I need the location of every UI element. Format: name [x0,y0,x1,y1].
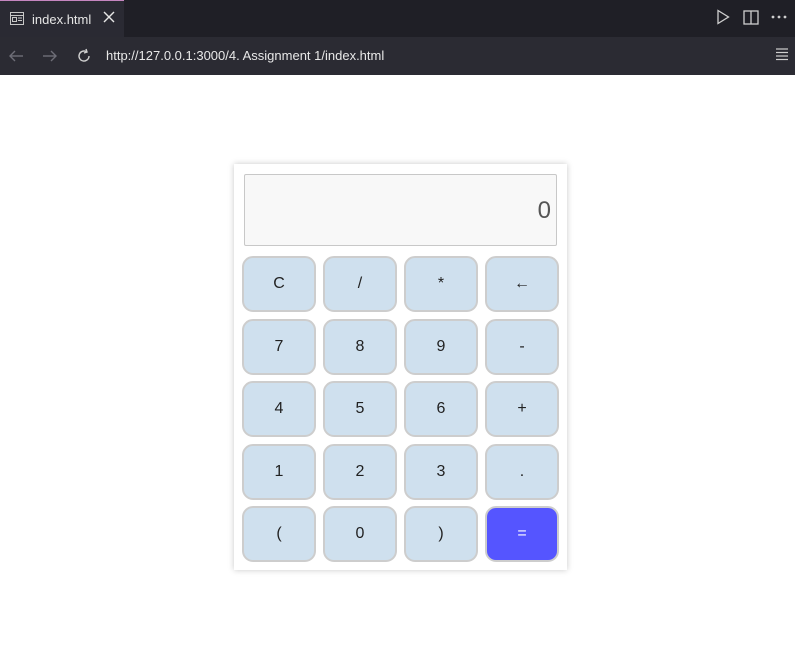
calculator-display: 0 [244,174,557,246]
digit-5-button[interactable]: 5 [323,381,397,437]
close-paren-button[interactable]: ) [404,506,478,562]
divide-button[interactable]: / [323,256,397,312]
digit-9-button[interactable]: 9 [404,318,478,375]
tab-index-html[interactable]: index.html [0,0,124,37]
digit-4-button[interactable]: 4 [242,381,316,437]
navigation-bar: http://127.0.0.1:3000/4. Assignment 1/in… [0,37,795,75]
digit-0-button[interactable]: 0 [323,506,397,562]
more-horizontal-icon[interactable] [771,8,787,26]
tab-title: index.html [32,12,92,27]
digit-6-button[interactable]: 6 [404,381,478,437]
close-icon[interactable] [102,10,116,24]
open-paren-button[interactable]: ( [242,506,316,562]
backspace-button[interactable]: ← [485,256,559,312]
browser-preview-icon [10,12,24,25]
clear-button[interactable]: C [242,256,316,312]
digit-2-button[interactable]: 2 [323,443,397,500]
menu-icon[interactable] [775,47,791,63]
arrow-left-icon[interactable] [6,46,26,66]
subtract-button[interactable]: - [485,318,559,375]
equals-button[interactable]: = [485,506,559,562]
calculator: 0 C / * ← 7 8 9- 4 5 6 +1 2 3. (0) = [234,164,567,570]
digit-7-button[interactable]: 7 [242,318,316,375]
digit-8-button[interactable]: 8 [323,318,397,375]
add-button[interactable]: + [485,381,559,437]
address-bar[interactable]: http://127.0.0.1:3000/4. Assignment 1/in… [106,48,384,63]
decimal-button[interactable]: . [485,443,559,500]
split-editor-icon[interactable] [743,8,759,26]
reload-icon[interactable] [74,46,94,66]
digit-1-button[interactable]: 1 [242,443,316,500]
digit-3-button[interactable]: 3 [404,443,478,500]
arrow-right-icon[interactable] [40,46,60,66]
play-icon[interactable] [715,8,731,26]
multiply-button[interactable]: * [404,256,478,312]
display-value: 0 [537,197,551,224]
tab-bar: index.html [0,0,795,37]
